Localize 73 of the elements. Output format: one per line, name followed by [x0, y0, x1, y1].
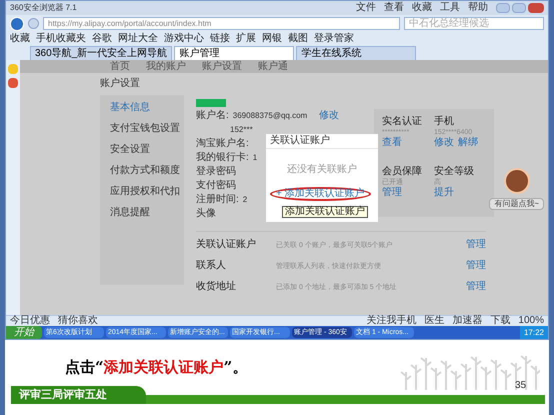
clock: 17:22 — [520, 326, 548, 339]
field-value: 152*** — [230, 126, 253, 134]
start-button[interactable]: 开始 — [6, 326, 42, 339]
sidebar-item[interactable]: 安全设置 — [110, 145, 184, 155]
status-item[interactable]: 关注我手机 — [366, 316, 416, 326]
menu-item[interactable]: 帮助 — [468, 3, 488, 13]
menu-item[interactable]: 工具 — [440, 3, 460, 13]
card-title: 安全等级 — [434, 167, 475, 177]
redaction-block — [196, 99, 226, 107]
forward-button[interactable] — [28, 18, 39, 29]
bookmark-item[interactable]: 网址大全 — [118, 34, 158, 44]
bookmark-item[interactable]: 手机收藏夹 — [36, 34, 86, 44]
close-button[interactable] — [528, 3, 544, 13]
browser-tab[interactable]: 360导航_新一代安全上网导航 — [30, 46, 172, 60]
field-label: 登录密码 — [196, 166, 236, 176]
dialog-title: 关联认证账户 — [266, 134, 378, 149]
field-label: 注册时间: — [196, 194, 239, 204]
window-title: 360安全浏览器 7.1 — [10, 4, 77, 12]
field-value: 1 — [252, 154, 258, 162]
bookmark-item[interactable]: 链接 — [210, 34, 230, 44]
help-button[interactable]: 有问题点我~ — [489, 198, 544, 210]
row-label: 联系人 — [196, 261, 227, 271]
status-item[interactable]: 100% — [518, 316, 544, 326]
instruction-text: 点击“添加关联认证账户”。 — [65, 357, 248, 378]
nav-link[interactable]: 我的账户 — [146, 60, 186, 72]
status-item[interactable]: 今日优惠 — [10, 316, 50, 326]
menu-item[interactable]: 收藏 — [412, 3, 432, 13]
maximize-button[interactable] — [512, 3, 526, 13]
status-item[interactable]: 医生 — [424, 316, 444, 326]
nav-link[interactable]: 账户设置 — [202, 60, 242, 72]
nav-link[interactable]: 账户通 — [258, 60, 288, 72]
bookmark-item[interactable]: 截图 — [288, 34, 308, 44]
page-number: 35 — [515, 379, 526, 393]
nav-link[interactable]: 首页 — [110, 60, 130, 72]
card-title: 实名认证 — [382, 117, 423, 127]
sidebar-item[interactable]: 应用授权和代扣 — [110, 187, 184, 197]
search-field[interactable]: 中石化总经理候选 — [404, 17, 544, 30]
add-linked-account-link[interactable]: + 添加关联认证账户 — [270, 187, 371, 201]
field-label: 头像 — [196, 208, 216, 218]
minimize-button[interactable] — [496, 3, 510, 13]
field-label: 我的银行卡: — [196, 152, 249, 162]
sidebar-item[interactable]: 付款方式和额度 — [110, 166, 184, 176]
sidebar-item[interactable]: 支付宝钱包设置 — [110, 124, 184, 134]
page-heading: 账户设置 — [99, 76, 141, 91]
field-label: 账户名: — [196, 110, 229, 120]
bookmark-item[interactable]: 谷歌 — [92, 34, 112, 44]
row-label: 关联认证账户 — [196, 240, 257, 250]
browser-tab[interactable]: 学生在线系统 — [296, 46, 416, 60]
back-button[interactable] — [10, 16, 24, 30]
bookmark-item[interactable]: 收藏 — [10, 34, 30, 44]
sidebar-item[interactable]: 消息提醒 — [110, 208, 184, 218]
status-item[interactable]: 猜你喜欢 — [58, 316, 98, 326]
bookmark-item[interactable]: 网银 — [262, 34, 282, 44]
menu-item[interactable]: 文件 — [356, 3, 376, 13]
browser-tab[interactable]: 账户管理 — [174, 46, 294, 60]
menu-item[interactable]: 查看 — [384, 3, 404, 13]
field-label: 支付密码 — [196, 180, 236, 190]
card-title: 会员保障 — [382, 167, 423, 177]
footer-label: 评审三局评审五处 — [11, 386, 146, 404]
field-value: 369088375@qq.com — [232, 112, 308, 120]
empty-message: 还没有关联账户 — [286, 165, 358, 175]
cartoon-avatar — [504, 168, 530, 194]
field-value: 2 — [242, 196, 248, 204]
bookmark-item[interactable]: 游戏中心 — [164, 34, 204, 44]
row-label: 收货地址 — [196, 282, 237, 292]
tooltip: 添加关联认证账户 — [282, 206, 368, 218]
status-item[interactable]: 加速器 — [452, 316, 482, 326]
bookmark-item[interactable]: 登录管家 — [314, 34, 354, 44]
bookmark-item[interactable]: 扩展 — [236, 34, 256, 44]
address-field[interactable]: https://my.alipay.com/portal/account/index.htm — [43, 17, 400, 30]
card-title: 手机 — [434, 117, 455, 127]
field-label: 淘宝账户名: — [196, 138, 249, 148]
status-item[interactable]: 下载 — [490, 316, 510, 326]
